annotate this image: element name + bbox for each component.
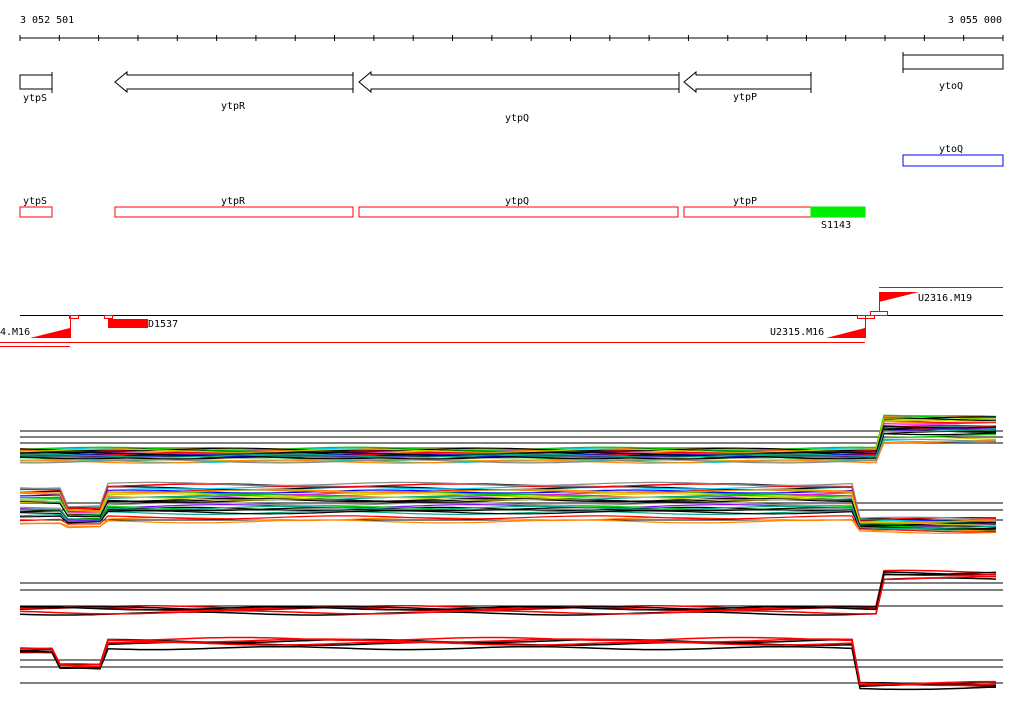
expression-profile-line: [19, 415, 997, 452]
transcript-label: 4.M16: [0, 327, 30, 338]
transcript-end-ramp: [879, 292, 919, 302]
segment-ytpR[interactable]: [114, 206, 354, 218]
reverse-segment-track: [19, 206, 866, 218]
expression-profile-line: [19, 519, 997, 534]
transcript-track: 4.M16 D1537 U2315.M16 U2316.M19: [0, 287, 1003, 347]
genome-browser-view: 3 052 501 3 055 000 ytpS ytpR ytpQ ytpP …: [0, 15, 1004, 691]
expression-profile-line: [19, 573, 997, 612]
segment-label: ytpQ: [505, 196, 529, 207]
gene-annotation-track: [19, 52, 1004, 94]
gene-ytpP[interactable]: [683, 70, 812, 94]
transcript-start-ramp: [30, 328, 70, 338]
forward-segment-track: ytoQ: [902, 144, 1004, 167]
segment-S1143[interactable]: [810, 206, 866, 218]
segment-label: ytpS: [23, 196, 47, 207]
expression-panel-reverse: [19, 481, 1003, 534]
expression-profile-line: [19, 638, 997, 687]
gene-ytoQ[interactable]: [902, 52, 1004, 73]
transcript-site[interactable]: [104, 315, 113, 319]
gene-ytpR[interactable]: [114, 70, 354, 94]
gene-label: ytpR: [221, 101, 246, 112]
expression-profile-line: [19, 515, 997, 533]
segment-ytpS[interactable]: [19, 206, 53, 218]
expression-summary-reverse: [19, 636, 1003, 691]
gene-label: ytpQ: [505, 113, 529, 124]
transcript-start-ramp: [826, 328, 865, 338]
segment-ytpP[interactable]: [683, 206, 812, 218]
segment-label: ytoQ: [939, 144, 963, 155]
gene-ytpS[interactable]: [19, 72, 53, 93]
transcript-label: D1537: [148, 319, 178, 330]
transcript-site[interactable]: [870, 311, 888, 316]
expression-profile-line: [19, 416, 996, 452]
transcript-block[interactable]: [108, 319, 148, 328]
segment-label: ytpR: [221, 196, 246, 207]
ruler-end-label: 3 055 000: [948, 15, 1002, 26]
transcript-label: U2316.M19: [918, 293, 972, 304]
segment-ytoQ[interactable]: [902, 154, 1004, 167]
expression-summary-forward: [19, 569, 1003, 616]
expression-profile-line: [19, 416, 996, 452]
expression-profile-line: [19, 571, 997, 611]
segment-label: ytpP: [733, 196, 757, 207]
segment-ytpQ[interactable]: [358, 206, 679, 218]
expression-panel-forward: [19, 414, 1003, 464]
gene-label: ytoQ: [939, 81, 963, 92]
transcript-label: U2315.M16: [770, 327, 824, 338]
segment-label: S1143: [821, 220, 851, 231]
ruler-start-label: 3 052 501: [20, 15, 74, 26]
expression-profiles: [19, 414, 1003, 691]
expression-profile-line: [20, 571, 997, 611]
gene-ytpQ[interactable]: [358, 70, 680, 94]
expression-profile-line: [19, 414, 996, 451]
gene-label: ytpP: [733, 92, 757, 103]
gene-label: ytpS: [23, 93, 47, 104]
coordinate-ruler: 3 052 501 3 055 000: [19, 15, 1004, 41]
expression-profile-line: [19, 415, 997, 452]
